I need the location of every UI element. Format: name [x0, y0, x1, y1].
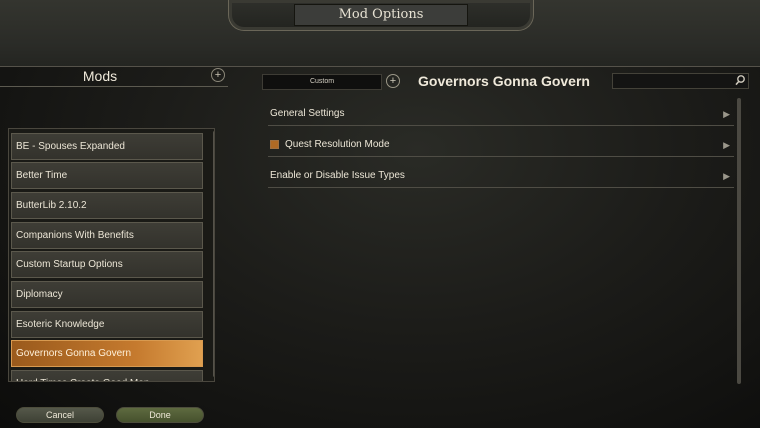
cancel-button[interactable]: Cancel — [16, 407, 104, 423]
mods-scrollbar[interactable] — [213, 131, 214, 377]
mod-item-butterlib[interactable]: ButterLib 2.10.2 — [11, 192, 203, 219]
mod-item-hard-times-create-good-men[interactable]: Hard Times Create Good Men — [11, 370, 203, 381]
mod-item-diplomacy[interactable]: Diplomacy — [11, 281, 203, 308]
settings-scrollbar[interactable] — [737, 98, 741, 384]
window-title: Mod Options — [294, 4, 468, 26]
mod-item-be-spouses-expanded[interactable]: BE - Spouses Expanded — [11, 133, 203, 160]
chevron-right-icon[interactable]: ▶ — [723, 165, 730, 187]
setting-label: General Settings — [270, 108, 345, 119]
preset-dropdown[interactable]: Custom — [262, 74, 382, 90]
divider — [0, 86, 228, 87]
chevron-right-icon[interactable]: ▶ — [723, 103, 730, 125]
add-preset-icon[interactable]: + — [386, 74, 400, 88]
mods-panel-title: Mods — [82, 68, 118, 84]
mod-item-governors-gonna-govern[interactable]: Governors Gonna Govern — [11, 340, 203, 367]
search-icon[interactable] — [734, 73, 746, 87]
chevron-right-icon[interactable]: ▶ — [723, 134, 730, 156]
mod-item-better-time[interactable]: Better Time — [11, 162, 203, 189]
search-input[interactable] — [612, 73, 749, 89]
selected-mod-title: Governors Gonna Govern — [418, 73, 590, 89]
setting-enable-disable-issue-types[interactable]: Enable or Disable Issue Types ▶ — [268, 165, 734, 188]
mod-item-custom-startup-options[interactable]: Custom Startup Options — [11, 251, 203, 278]
add-mod-icon[interactable]: + — [211, 68, 225, 82]
setting-label: Enable or Disable Issue Types — [270, 170, 405, 181]
setting-quest-resolution-mode[interactable]: Quest Resolution Mode ▶ — [268, 134, 734, 157]
setting-general-settings[interactable]: General Settings ▶ — [268, 103, 734, 126]
done-button[interactable]: Done — [116, 407, 204, 423]
setting-label: Quest Resolution Mode — [285, 139, 390, 150]
mods-list[interactable]: BE - Spouses Expanded Better Time Butter… — [8, 128, 215, 382]
quest-resolution-checkbox[interactable] — [270, 140, 279, 149]
mod-item-companions-with-benefits[interactable]: Companions With Benefits — [11, 222, 203, 249]
mod-item-esoteric-knowledge[interactable]: Esoteric Knowledge — [11, 311, 203, 338]
